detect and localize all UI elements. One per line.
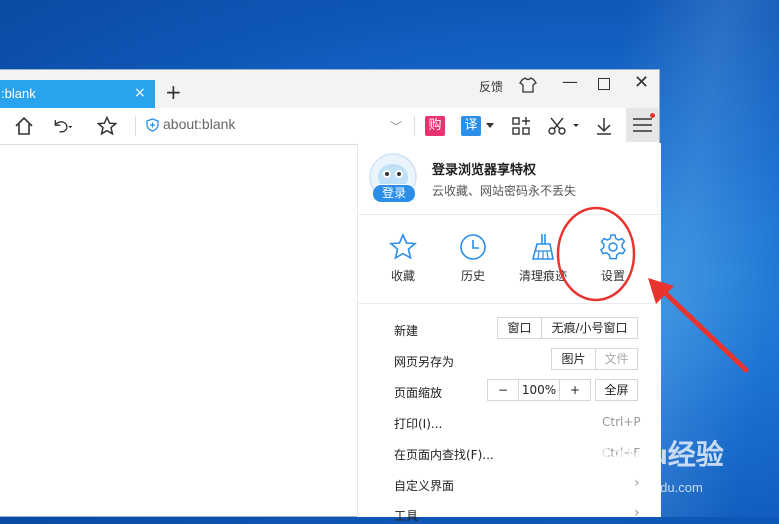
hamburger-icon bbox=[633, 118, 652, 132]
title-bar: :blank × + 反馈 — ✕ bbox=[0, 70, 659, 108]
zoom-value: 100% bbox=[518, 379, 560, 401]
new-tab-button[interactable]: + bbox=[165, 82, 182, 102]
address-dropdown-icon[interactable]: ﹀ bbox=[390, 118, 402, 135]
feedback-button[interactable]: 反馈 bbox=[479, 78, 503, 95]
tab-close-icon[interactable]: × bbox=[134, 85, 146, 101]
quick-favorites-label: 收藏 bbox=[390, 269, 415, 283]
login-title[interactable]: 登录浏览器享特权 bbox=[432, 159, 536, 178]
notification-dot bbox=[650, 113, 655, 118]
save-file-button[interactable]: 文件 bbox=[595, 348, 638, 370]
chevron-right-icon: › bbox=[634, 505, 640, 521]
login-subtitle: 云收藏、网站密码永不丢失 bbox=[432, 184, 577, 198]
skin-shirt-icon[interactable] bbox=[519, 76, 537, 94]
tab-title: :blank bbox=[1, 86, 36, 101]
apps-grid-icon[interactable] bbox=[511, 116, 531, 136]
watermark-url: jingyan.baidu.com bbox=[598, 480, 703, 495]
zoom-out-button[interactable]: − bbox=[487, 379, 519, 401]
nav-toolbar: about:blank ﹀ bbox=[0, 108, 659, 145]
login-button[interactable]: 登录 bbox=[372, 184, 416, 203]
annotation-arrow bbox=[648, 278, 749, 373]
translate-dropdown-icon[interactable] bbox=[486, 123, 494, 129]
star-icon bbox=[389, 233, 417, 260]
save-image-button[interactable]: 图片 bbox=[551, 348, 596, 370]
menu-item-print[interactable]: 打印(I)... bbox=[394, 415, 442, 432]
menu-item-customize[interactable]: 自定义界面 bbox=[394, 477, 454, 494]
new-label: 新建 bbox=[394, 324, 419, 338]
security-shield-icon bbox=[146, 118, 159, 132]
zoom-in-button[interactable]: + bbox=[559, 379, 591, 401]
close-window-button[interactable]: ✕ bbox=[634, 72, 649, 93]
tab-about-blank[interactable]: :blank × bbox=[0, 80, 155, 108]
maximize-button[interactable] bbox=[598, 78, 610, 90]
favorite-star-icon[interactable] bbox=[97, 116, 117, 136]
translate-button[interactable]: 译 bbox=[461, 116, 481, 136]
address-bar-input[interactable]: about:blank bbox=[163, 116, 235, 132]
menu-item-find[interactable]: 在页面内查找(F)... bbox=[394, 446, 494, 463]
new-window-button[interactable]: 窗口 bbox=[497, 317, 542, 339]
watermark-brand: Baidu经验 bbox=[590, 439, 724, 470]
save-as-label: 网页另存为 bbox=[394, 355, 455, 369]
home-icon[interactable] bbox=[14, 116, 34, 136]
download-icon[interactable] bbox=[594, 116, 614, 136]
undo-close-icon[interactable] bbox=[52, 116, 72, 136]
clock-icon bbox=[460, 234, 486, 260]
broom-icon bbox=[531, 234, 554, 260]
screenshot-scissors-icon[interactable] bbox=[547, 116, 581, 136]
shopping-button[interactable]: 购 bbox=[425, 116, 445, 136]
print-shortcut: Ctrl+P bbox=[602, 415, 641, 429]
annotation-circle bbox=[556, 206, 636, 302]
toolbar-divider bbox=[135, 116, 136, 136]
quick-history-label: 历史 bbox=[460, 269, 485, 283]
new-private-window-button[interactable]: 无痕/小号窗口 bbox=[541, 317, 638, 339]
toolbar-divider bbox=[414, 116, 415, 136]
quick-history-button[interactable]: 历史 bbox=[443, 233, 503, 284]
quick-favorites-button[interactable]: 收藏 bbox=[373, 233, 433, 284]
fullscreen-button[interactable]: 全屏 bbox=[595, 379, 638, 401]
menu-item-tools[interactable]: 工具 bbox=[394, 507, 418, 524]
zoom-label: 页面缩放 bbox=[394, 386, 443, 400]
minimize-button[interactable]: — bbox=[562, 72, 578, 91]
